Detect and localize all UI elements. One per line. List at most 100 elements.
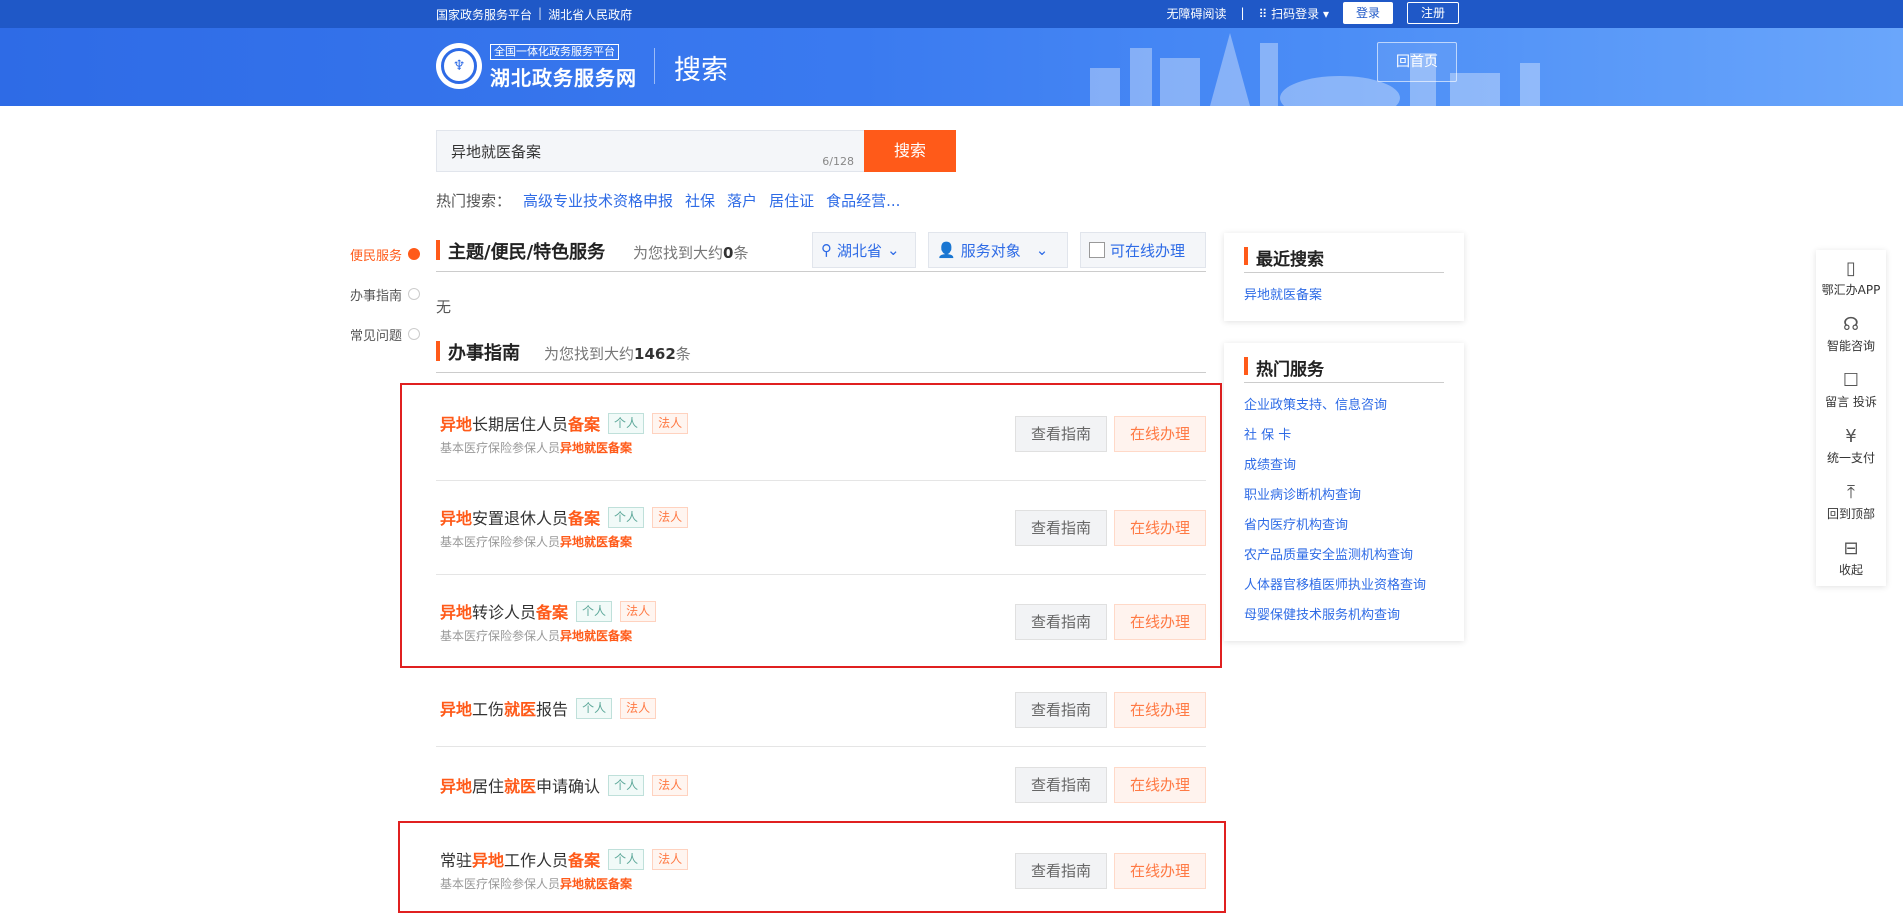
hot-search-item[interactable]: 落户 <box>727 190 757 211</box>
scan-login-link[interactable]: ⠿ 扫码登录 ▾ <box>1259 5 1330 22</box>
section-marker <box>1244 357 1248 375</box>
qr-code-icon: ⠿ <box>1258 6 1268 21</box>
highlight-box <box>398 821 1226 913</box>
hot-search-item[interactable]: 居住证 <box>769 190 814 211</box>
hot-service-item[interactable]: 社 保 卡 <box>1244 421 1444 451</box>
section-guide-header: 办事指南 为您找到大约1462条 <box>436 333 1206 373</box>
tag-personal: 个人 <box>576 697 613 719</box>
hot-service-item[interactable]: 人体器官移植医师执业资格查询 <box>1244 571 1444 601</box>
home-button[interactable]: 回首页 <box>1377 42 1457 82</box>
register-button[interactable]: 注册 <box>1407 2 1459 24</box>
chevron-down-icon: ▾ <box>1322 6 1329 21</box>
anchor-dot <box>408 328 420 340</box>
result-row: 异地 居住 就医 申请确认 个人 法人 查看指南 在线办理 <box>436 747 1206 823</box>
recent-search-item[interactable]: 异地就医备案 <box>1244 281 1444 311</box>
floating-toolbar: ▯ 鄂汇办APP ☊ 智能咨询 ☐ 留言 投诉 ¥ 统一支付 ⤒ 回到顶部 ⊟ 收起 <box>1816 250 1886 586</box>
service-target-label: 服务对象 <box>960 241 1021 260</box>
header-divider <box>654 48 655 84</box>
result-row: 异地 工伤 就医 报告 个人 法人 查看指南 在线办理 <box>436 670 1206 747</box>
headset-icon: ☊ <box>1843 313 1859 335</box>
link-national-platform[interactable]: 国家政务服务平台 <box>436 6 532 23</box>
result-title[interactable]: 异地 居住 就医 申请确认 个人 法人 <box>440 773 689 797</box>
hot-services-panel: 热门服务 企业政策支持、信息咨询 社 保 卡 成绩查询 职业病诊断机构查询 省内… <box>1224 343 1464 641</box>
result-count: 为您找到大约0条 <box>633 244 749 262</box>
link-hubei-gov[interactable]: 湖北省人民政府 <box>548 6 632 23</box>
section-marker <box>1244 247 1248 265</box>
divider: | <box>538 6 543 20</box>
tag-legal-entity: 法人 <box>652 774 689 796</box>
feedback-button[interactable]: ☐ 留言 投诉 <box>1816 362 1886 418</box>
logo-title: 湖北政务服务网 <box>490 66 637 90</box>
section-title: 主题/便民/特色服务 <box>448 242 606 263</box>
tag-personal: 个人 <box>608 774 645 796</box>
collapse-button[interactable]: ⊟ 收起 <box>1816 530 1886 586</box>
chevron-down-icon: ⌄ <box>887 241 900 259</box>
hot-search-item[interactable]: 食品经营... <box>826 190 900 211</box>
recent-search-panel: 最近搜索 异地就医备案 <box>1224 233 1464 321</box>
section-theme-services-header: 主题/便民/特色服务 为您找到大约0条 ⚲ 湖北省 ⌄ 👤 服务对象 ⌄ 可在线… <box>436 232 1206 272</box>
smart-consult-button[interactable]: ☊ 智能咨询 <box>1816 306 1886 362</box>
anchor-label: 便民服务 <box>349 248 402 264</box>
hot-search-label: 热门搜索： <box>436 192 512 210</box>
person-icon: 👤 <box>937 241 956 259</box>
view-guide-button[interactable]: 查看指南 <box>1015 692 1107 728</box>
empty-result: 无 <box>436 298 452 316</box>
anchor-faq[interactable]: 常见问题 <box>344 314 420 354</box>
section-title: 办事指南 <box>448 343 520 364</box>
anchor-label: 常见问题 <box>349 328 402 344</box>
divider: | <box>1240 6 1245 20</box>
login-button[interactable]: 登录 <box>1343 2 1393 24</box>
app-download-button[interactable]: ▯ 鄂汇办APP <box>1816 250 1886 306</box>
hot-service-item[interactable]: 母婴保健技术服务机构查询 <box>1244 601 1444 631</box>
section-marker <box>436 240 440 260</box>
checkbox[interactable] <box>1089 242 1105 258</box>
logo-subtitle: 全国一体化政务服务平台 <box>490 44 619 60</box>
search-button[interactable]: 搜索 <box>864 130 956 172</box>
hot-service-item[interactable]: 职业病诊断机构查询 <box>1244 481 1444 511</box>
section-anchor-nav: 便民服务 办事指南 常见问题 <box>344 234 420 354</box>
phone-icon: ▯ <box>1846 257 1856 279</box>
back-to-top-button[interactable]: ⤒ 回到顶部 <box>1816 474 1886 530</box>
city-skyline-illustration <box>1090 33 1540 106</box>
section-marker <box>436 341 440 361</box>
page-title: 搜索 <box>674 55 728 86</box>
site-logo[interactable]: ♆ 全国一体化政务服务平台 湖北政务服务网 <box>436 40 637 91</box>
hot-service-item[interactable]: 农产品质量安全监测机构查询 <box>1244 541 1444 571</box>
location-pin-icon: ⚲ <box>821 241 832 259</box>
anchor-dot <box>408 288 420 300</box>
top-bar: 国家政务服务平台 | 湖北省人民政府 无障碍阅读 | ⠿ 扫码登录 ▾ 登录 注… <box>0 0 1903 28</box>
panel-title: 热门服务 <box>1256 360 1324 380</box>
hot-searches: 热门搜索： 高级专业技术资格申报 社保 落户 居住证 食品经营... <box>436 190 900 211</box>
hot-service-item[interactable]: 成绩查询 <box>1244 451 1444 481</box>
yen-icon: ¥ <box>1845 425 1857 447</box>
online-handle-button[interactable]: 在线办理 <box>1114 692 1206 728</box>
anchor-label: 办事指南 <box>349 288 402 304</box>
message-icon: ☐ <box>1842 369 1860 391</box>
hot-search-item[interactable]: 高级专业技术资格申报 <box>523 190 673 211</box>
region-filter[interactable]: ⚲ 湖北省 ⌄ <box>812 232 916 268</box>
hot-service-item[interactable]: 省内医疗机构查询 <box>1244 511 1444 541</box>
arrow-up-icon: ⤒ <box>1847 481 1855 503</box>
collapse-icon: ⊟ <box>1843 537 1859 559</box>
payment-button[interactable]: ¥ 统一支付 <box>1816 418 1886 474</box>
chevron-down-icon: ⌄ <box>1035 241 1049 259</box>
panel-title: 最近搜索 <box>1256 250 1324 270</box>
view-guide-button[interactable]: 查看指南 <box>1015 767 1107 803</box>
anchor-convenience-service[interactable]: 便民服务 <box>344 234 420 274</box>
hot-search-item[interactable]: 社保 <box>685 190 715 211</box>
online-filter-checkbox[interactable]: 可在线办理 <box>1080 232 1206 268</box>
online-filter-label: 可在线办理 <box>1110 241 1186 260</box>
tag-legal-entity: 法人 <box>620 697 657 719</box>
char-counter: 6/128 <box>822 155 854 168</box>
online-handle-button[interactable]: 在线办理 <box>1114 767 1206 803</box>
anchor-guide[interactable]: 办事指南 <box>344 274 420 314</box>
site-header: ♆ 全国一体化政务服务平台 湖北政务服务网 搜索 回首页 <box>0 28 1903 106</box>
anchor-dot <box>408 248 420 260</box>
highlight-box <box>400 383 1222 668</box>
result-count: 为您找到大约1462条 <box>544 345 691 363</box>
search-input[interactable] <box>437 131 864 171</box>
accessible-reading-link[interactable]: 无障碍阅读 <box>1166 5 1226 22</box>
result-title[interactable]: 异地 工伤 就医 报告 个人 法人 <box>440 696 657 720</box>
service-target-filter[interactable]: 👤 服务对象 ⌄ <box>928 232 1068 268</box>
hot-service-item[interactable]: 企业政策支持、信息咨询 <box>1244 391 1444 421</box>
